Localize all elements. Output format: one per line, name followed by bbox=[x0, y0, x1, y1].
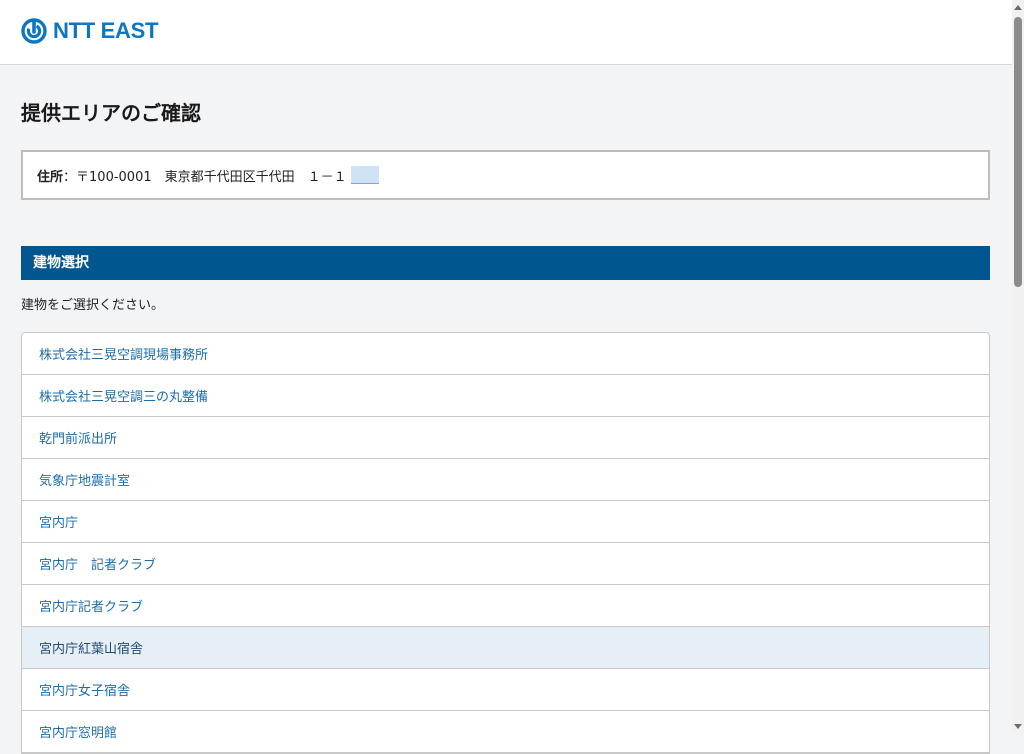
logo-text: NTT EAST bbox=[53, 18, 159, 43]
building-list-item[interactable]: 宮内庁 bbox=[22, 501, 989, 543]
building-section-heading: 建物選択 bbox=[21, 246, 990, 280]
ntt-east-logo-icon bbox=[21, 18, 47, 44]
building-list-item-hovered[interactable]: 宮内庁紅葉山宿舎 bbox=[22, 627, 989, 669]
building-list-item[interactable]: 宮内庁窓明館 bbox=[22, 711, 989, 753]
building-list-item[interactable]: 気象庁地震計室 bbox=[22, 459, 989, 501]
address-separator: ： bbox=[63, 169, 77, 185]
address-number-field[interactable] bbox=[350, 166, 379, 184]
building-list-item[interactable]: 乾門前派出所 bbox=[22, 417, 989, 459]
building-instruction: 建物をご選択ください。 bbox=[21, 298, 165, 313]
vertical-scrollbar[interactable] bbox=[1012, 0, 1024, 734]
building-list-item[interactable]: 宮内庁記者クラブ bbox=[22, 585, 989, 627]
building-list-item[interactable]: 宮内庁 記者クラブ bbox=[22, 543, 989, 585]
main-content: 提供エリアのご確認 住所 ： 〒100-0001 東京都千代田区千代田 １－１ … bbox=[21, 65, 990, 754]
page-title: 提供エリアのご確認 bbox=[21, 101, 201, 125]
ntt-east-logo[interactable]: NTT EAST bbox=[21, 16, 158, 46]
building-list: 株式会社三晃空調現場事務所 株式会社三晃空調三の丸整備 乾門前派出所 気象庁地震… bbox=[21, 332, 990, 754]
scroll-down-arrow-icon[interactable] bbox=[1014, 724, 1022, 729]
scrollbar-thumb[interactable] bbox=[1014, 17, 1022, 287]
scroll-up-arrow-icon[interactable] bbox=[1014, 5, 1022, 10]
building-list-item[interactable]: 株式会社三晃空調現場事務所 bbox=[22, 333, 989, 375]
building-list-item[interactable]: 宮内庁女子宿舎 bbox=[22, 669, 989, 711]
address-box: 住所 ： 〒100-0001 東京都千代田区千代田 １－１ bbox=[21, 150, 990, 200]
address-label: 住所 bbox=[37, 169, 64, 185]
address-value: 〒100-0001 東京都千代田区千代田 １－１ bbox=[76, 169, 347, 185]
site-header: NTT EAST bbox=[0, 0, 1012, 65]
building-list-item[interactable]: 株式会社三晃空調三の丸整備 bbox=[22, 375, 989, 417]
